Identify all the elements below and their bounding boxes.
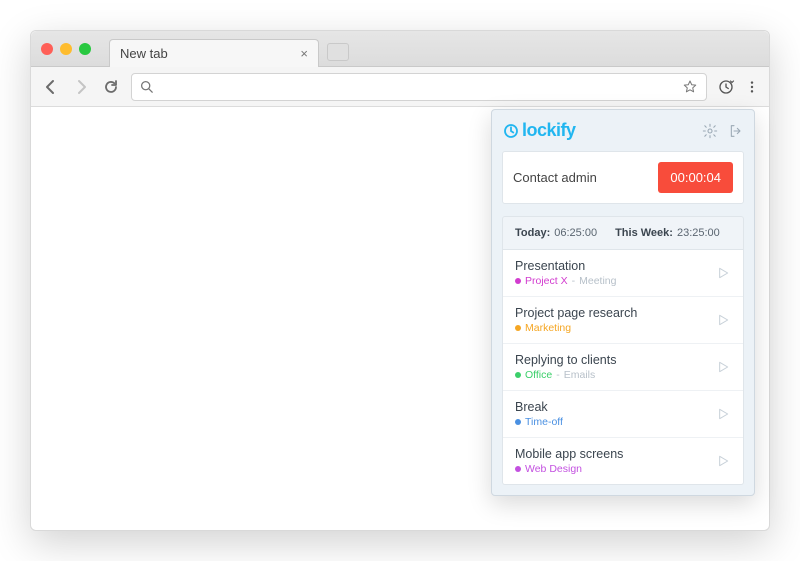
project-name: Project X	[525, 275, 568, 287]
bookmark-star-icon[interactable]	[682, 79, 698, 95]
new-tab-button[interactable]	[327, 43, 349, 61]
timer-stop-button[interactable]: 00:00:04	[658, 162, 733, 193]
page-content: lockify Contact admin 00:00:04 Today:06:…	[31, 107, 769, 530]
entry-meta: Time-off	[515, 416, 563, 428]
clockify-popup: lockify Contact admin 00:00:04 Today:06:…	[491, 109, 755, 496]
task-separator: -	[572, 275, 576, 287]
tab-strip: New tab ×	[31, 31, 769, 67]
entry-title: Break	[515, 400, 563, 414]
project-name: Time-off	[525, 416, 563, 428]
forward-button[interactable]	[71, 79, 91, 95]
play-icon[interactable]	[715, 265, 731, 281]
browser-tab[interactable]: New tab ×	[109, 39, 319, 67]
project-color-dot	[515, 466, 521, 472]
task-name: Meeting	[579, 275, 616, 287]
task-separator: -	[556, 369, 560, 381]
clockify-extension-icon[interactable]	[717, 78, 735, 96]
window-close[interactable]	[41, 43, 53, 55]
project-name: Marketing	[525, 322, 571, 334]
settings-icon[interactable]	[702, 123, 718, 139]
entry-meta: Web Design	[515, 463, 623, 475]
play-icon[interactable]	[715, 453, 731, 469]
entry-title: Mobile app screens	[515, 447, 623, 461]
entry-meta: Marketing	[515, 322, 637, 334]
close-tab-icon[interactable]: ×	[300, 46, 308, 61]
window-minimize[interactable]	[60, 43, 72, 55]
entry-title: Replying to clients	[515, 353, 616, 367]
window-controls	[41, 43, 91, 55]
address-bar[interactable]	[131, 73, 707, 101]
play-icon[interactable]	[715, 359, 731, 375]
task-name: Emails	[564, 369, 596, 381]
back-button[interactable]	[41, 79, 61, 95]
current-timer-row: Contact admin 00:00:04	[502, 151, 744, 204]
logout-icon[interactable]	[728, 123, 744, 139]
project-color-dot	[515, 325, 521, 331]
clockify-logo-text: lockify	[522, 120, 576, 141]
entry-title: Presentation	[515, 259, 616, 273]
clockify-logo: lockify	[502, 120, 576, 141]
clockify-logo-icon	[502, 122, 520, 140]
entry-meta: Office - Emails	[515, 369, 616, 381]
time-entry[interactable]: Break Time-off	[503, 390, 743, 437]
play-icon[interactable]	[715, 406, 731, 422]
entry-meta: Project X - Meeting	[515, 275, 616, 287]
browser-toolbar	[31, 67, 769, 107]
time-entry[interactable]: Replying to clients Office - Emails	[503, 343, 743, 390]
time-summary: Today:06:25:00 This Week:23:25:00	[502, 216, 744, 249]
time-entry[interactable]: Project page research Marketing	[503, 296, 743, 343]
time-entry[interactable]: Mobile app screens Web Design	[503, 437, 743, 484]
week-summary: This Week:23:25:00	[615, 227, 720, 239]
project-name: Web Design	[525, 463, 582, 475]
search-icon	[140, 80, 153, 93]
tab-title: New tab	[120, 46, 168, 61]
time-entry[interactable]: Presentation Project X - Meeting	[503, 249, 743, 296]
today-summary: Today:06:25:00	[515, 227, 597, 239]
project-color-dot	[515, 372, 521, 378]
popup-header: lockify	[502, 120, 744, 141]
window-maximize[interactable]	[79, 43, 91, 55]
entry-title: Project page research	[515, 306, 637, 320]
project-color-dot	[515, 419, 521, 425]
project-color-dot	[515, 278, 521, 284]
entry-list: Presentation Project X - Meeting Project p…	[502, 249, 744, 485]
play-icon[interactable]	[715, 312, 731, 328]
browser-window: New tab ×	[30, 30, 770, 531]
current-description[interactable]: Contact admin	[513, 170, 597, 185]
project-name: Office	[525, 369, 552, 381]
reload-button[interactable]	[101, 79, 121, 95]
browser-menu-icon[interactable]	[745, 80, 759, 94]
